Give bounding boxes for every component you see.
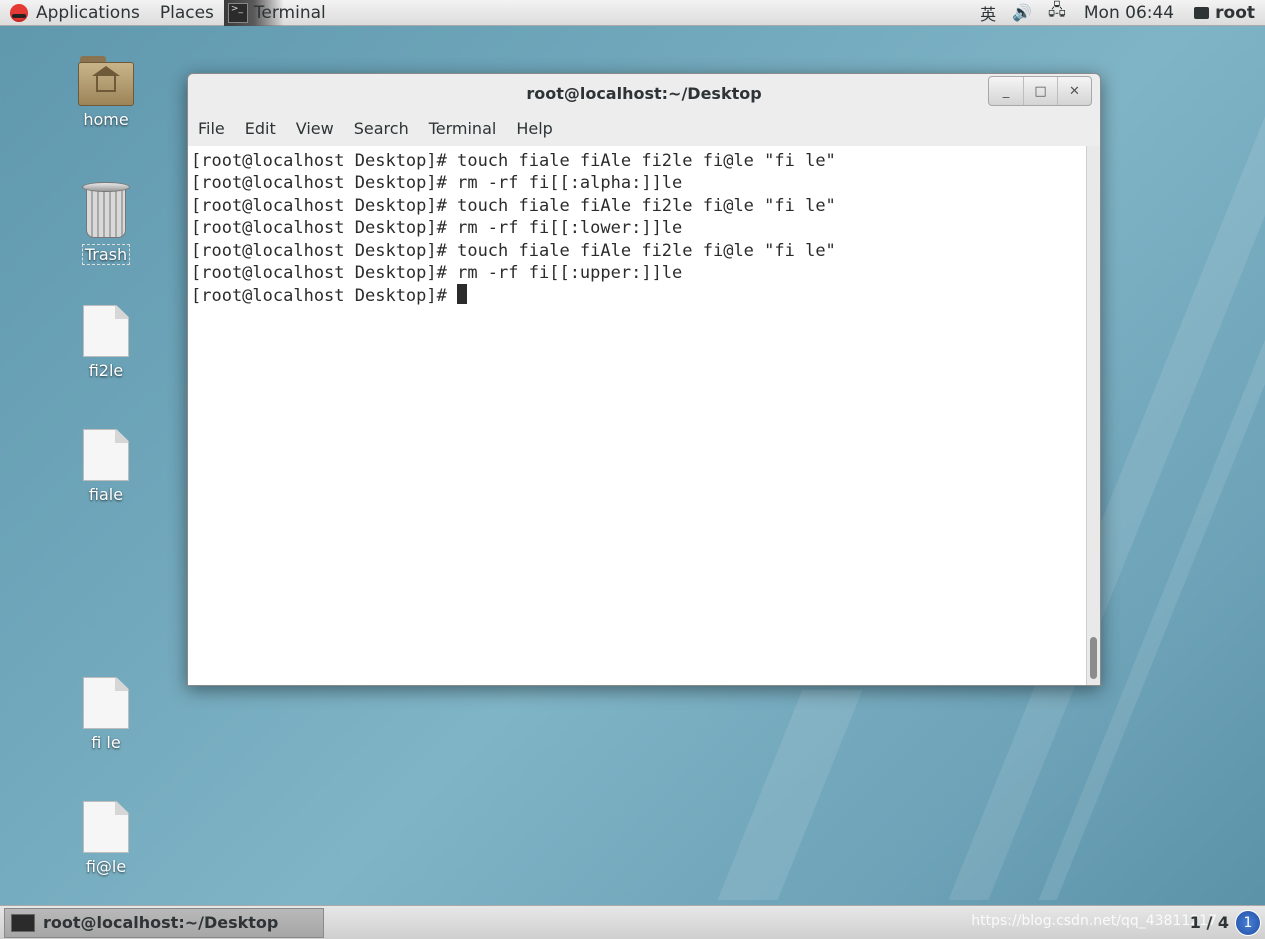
desktop-icon-fi-at-le[interactable]: fi@le	[66, 801, 146, 876]
volume-icon[interactable]: 🔊	[1012, 3, 1032, 22]
terminal-window[interactable]: root@localhost:~/Desktop _ □ ✕ File Edit…	[187, 73, 1101, 686]
close-button[interactable]: ✕	[1057, 77, 1091, 105]
desktop-icon-label: fi@le	[85, 857, 127, 876]
places-label: Places	[159, 2, 214, 23]
user-icon	[1194, 6, 1210, 19]
desktop-icon-fi2le[interactable]: fi2le	[66, 305, 146, 380]
terminal-line: [root@localhost Desktop]# touch fiale fi…	[191, 240, 836, 261]
maximize-button[interactable]: □	[1023, 77, 1057, 105]
desktop-icon-label: fi le	[91, 733, 121, 752]
terminal-line: [root@localhost Desktop]# touch fiale fi…	[191, 151, 836, 171]
terminal-prompt-line[interactable]: [root@localhost Desktop]#	[191, 284, 1083, 307]
minimize-button[interactable]: _	[989, 77, 1023, 105]
home-folder-icon	[78, 56, 134, 106]
redhat-icon	[10, 3, 28, 22]
terminal-prompt: [root@localhost Desktop]#	[191, 286, 458, 307]
scrollbar-thumb[interactable]	[1090, 637, 1097, 679]
menubar: File Edit View Search Terminal Help	[188, 112, 1100, 144]
user-label: root	[1215, 2, 1255, 23]
desktop-icon-label: fiale	[88, 485, 124, 504]
terminal-cursor	[457, 284, 468, 305]
terminal-line: [root@localhost Desktop]# touch fiale fi…	[191, 195, 836, 216]
active-app-terminal[interactable]: >_ Terminal	[223, 0, 336, 26]
menu-view[interactable]: View	[288, 119, 342, 138]
input-method-indicator[interactable]: 英	[980, 1, 996, 25]
file-icon	[83, 429, 129, 481]
terminal-line: [root@localhost Desktop]# rm -rf fi[[:al…	[191, 173, 683, 194]
menu-file[interactable]: File	[190, 119, 233, 138]
desktop-icon-fi-space-le[interactable]: fi le	[66, 677, 146, 752]
taskbar-terminal-label: root@localhost:~/Desktop	[43, 913, 279, 932]
terminal-icon: >_	[227, 2, 248, 23]
desktop-icon-fiale[interactable]: fiale	[66, 429, 146, 504]
menu-edit[interactable]: Edit	[237, 119, 284, 138]
applications-label: Applications	[36, 2, 140, 23]
places-menu[interactable]: Places	[150, 0, 224, 26]
window-titlebar[interactable]: root@localhost:~/Desktop _ □ ✕	[188, 74, 1100, 112]
window-controls: _ □ ✕	[988, 76, 1092, 106]
file-icon	[83, 801, 129, 853]
menu-search[interactable]: Search	[346, 119, 417, 138]
notification-icon[interactable]: 1	[1235, 910, 1261, 936]
bottom-panel: root@localhost:~/Desktop https://blog.cs…	[0, 905, 1265, 939]
trash-icon	[82, 182, 130, 240]
terminal-scrollbar[interactable]	[1086, 146, 1100, 685]
menu-terminal[interactable]: Terminal	[421, 119, 505, 138]
clock[interactable]: Mon 06:44	[1074, 0, 1184, 26]
watermark: https://blog.csdn.net/qq_43811217	[971, 913, 1217, 929]
network-icon[interactable]: 🖧	[1048, 0, 1066, 26]
top-panel: Applications Places >_ Terminal 英 🔊 🖧 Mo…	[0, 0, 1265, 26]
terminal-icon	[11, 913, 35, 932]
menu-help[interactable]: Help	[508, 119, 560, 138]
desktop-icon-home[interactable]: home	[66, 56, 146, 129]
workspace-indicator[interactable]: 1 / 4	[1190, 913, 1229, 932]
terminal-line: [root@localhost Desktop]# rm -rf fi[[:up…	[191, 263, 683, 284]
desktop-icon-label: fi2le	[88, 361, 124, 380]
window-title: root@localhost:~/Desktop	[526, 83, 762, 103]
terminal-line: [root@localhost Desktop]# rm -rf fi[[:lo…	[191, 218, 683, 239]
desktop-icon-label: home	[83, 110, 129, 129]
applications-menu[interactable]: Applications	[0, 0, 150, 26]
file-icon	[83, 305, 129, 357]
desktop-icon-label: Trash	[81, 244, 131, 265]
user-menu[interactable]: root	[1184, 0, 1265, 26]
taskbar-terminal-button[interactable]: root@localhost:~/Desktop	[4, 907, 324, 938]
desktop-icon-trash[interactable]: Trash	[66, 182, 146, 265]
file-icon	[83, 677, 129, 729]
active-app-label: Terminal	[253, 2, 326, 23]
terminal-output[interactable]: [root@localhost Desktop]# touch fiale fi…	[188, 146, 1086, 685]
